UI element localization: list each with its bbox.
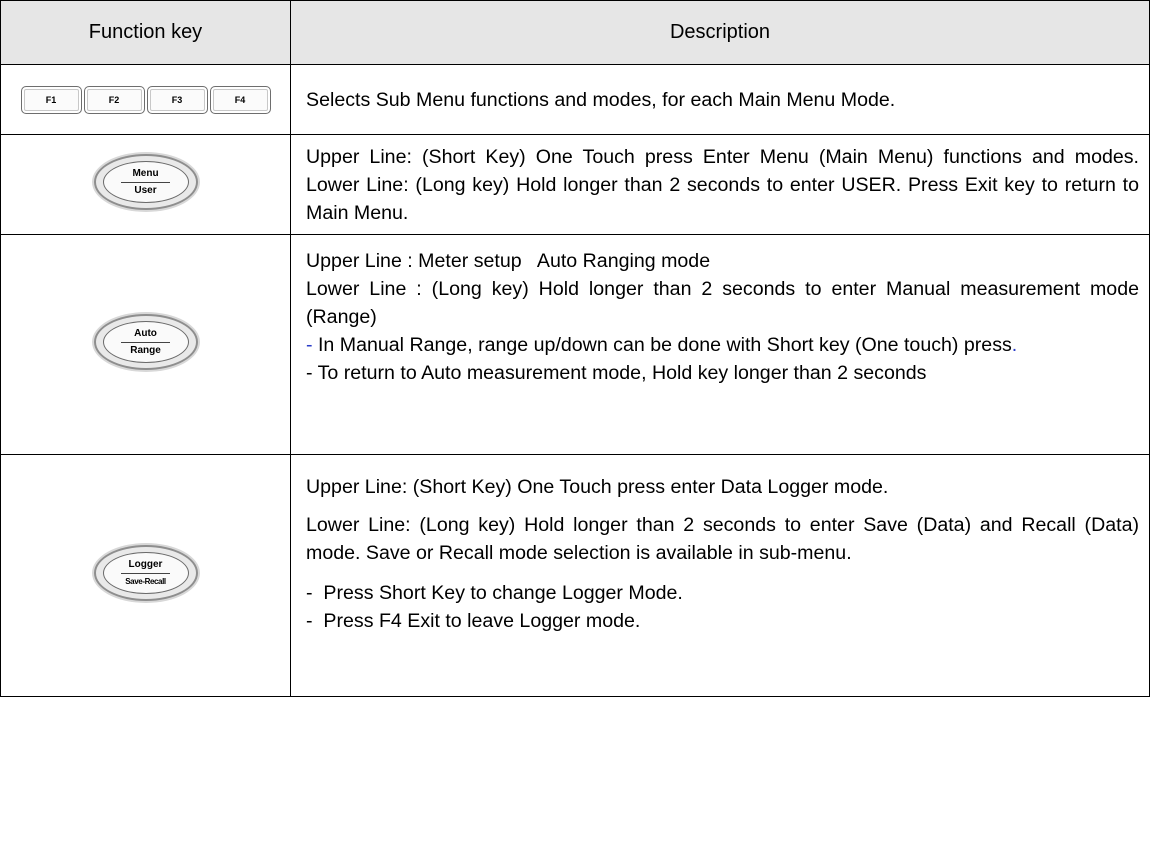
menu-key-bottom-label: User xyxy=(134,184,157,196)
auto-lower-line: Lower Line : (Long key) Hold longer than… xyxy=(306,278,1139,328)
auto-key-bottom-label: Range xyxy=(130,344,161,356)
auto-range-key-image: Auto Range xyxy=(93,314,198,370)
logger-description: Upper Line: (Short Key) One Touch press … xyxy=(290,454,1150,697)
table-row-fkeys: F1 F2 F3 F4 Selects Sub Menu functions a… xyxy=(0,64,1150,135)
header-row: Function key Description xyxy=(0,0,1150,65)
header-description: Description xyxy=(290,0,1150,65)
menu-user-key-image: Menu User xyxy=(93,154,198,210)
logger-key-top-label: Logger xyxy=(128,558,163,570)
logger-bullet-list: Press Short Key to change Logger Mode. P… xyxy=(306,579,1139,635)
function-key-table: Function key Description F1 F2 F3 F4 Sel… xyxy=(0,0,1150,697)
logger-bullet-2: Press F4 Exit to leave Logger mode. xyxy=(306,607,1139,635)
menu-description-text: Upper Line: (Short Key) One Touch press … xyxy=(306,145,1139,224)
auto-description: Upper Line : Meter setup Auto Ranging mo… xyxy=(290,234,1150,455)
table-row-logger: Logger Save-Recall Upper Line: (Short Ke… xyxy=(0,454,1150,697)
f1-key-image: F1 xyxy=(20,85,82,114)
auto-manual-range-text: In Manual Range, range up/down can be do… xyxy=(312,334,1012,356)
logger-key-cell: Logger Save-Recall xyxy=(0,454,291,697)
f4-key-image: F4 xyxy=(209,85,271,114)
auto-upper-line: Upper Line : Meter setup Auto Ranging mo… xyxy=(306,250,711,272)
fkeys-cell: F1 F2 F3 F4 xyxy=(0,64,291,135)
fkeys-description-text: Selects Sub Menu functions and modes, fo… xyxy=(306,88,896,111)
f2-key-image: F2 xyxy=(83,85,145,114)
menu-key-cell: Menu User xyxy=(0,134,291,235)
logger-lower-line: Lower Line: (Long key) Hold longer than … xyxy=(306,514,1139,564)
auto-manual-range-note: - In Manual Range, range up/down can be … xyxy=(306,331,1139,359)
menu-description: Upper Line: (Short Key) One Touch press … xyxy=(290,134,1150,235)
logger-key-divider xyxy=(121,572,170,574)
fkeys-description: Selects Sub Menu functions and modes, fo… xyxy=(290,64,1150,135)
fkey-group: F1 F2 F3 F4 xyxy=(20,85,271,114)
f3-key-image: F3 xyxy=(146,85,208,114)
auto-return-note: - To return to Auto measurement mode, Ho… xyxy=(306,362,927,384)
table-row-menu: Menu User Upper Line: (Short Key) One To… xyxy=(0,134,1150,235)
logger-bullet-1: Press Short Key to change Logger Mode. xyxy=(306,579,1139,607)
auto-key-divider xyxy=(121,341,170,343)
menu-key-top-label: Menu xyxy=(132,167,159,179)
logger-save-recall-key-image: Logger Save-Recall xyxy=(93,545,198,601)
logger-key-bottom-label: Save-Recall xyxy=(125,576,166,586)
logger-upper-line: Upper Line: (Short Key) One Touch press … xyxy=(306,476,889,498)
header-function-key: Function key xyxy=(0,0,291,65)
table-row-auto-range: Auto Range Upper Line : Meter setup Auto… xyxy=(0,234,1150,455)
blue-period: . xyxy=(1011,334,1018,356)
auto-key-cell: Auto Range xyxy=(0,234,291,455)
menu-key-divider xyxy=(121,181,170,183)
auto-key-top-label: Auto xyxy=(134,327,157,339)
